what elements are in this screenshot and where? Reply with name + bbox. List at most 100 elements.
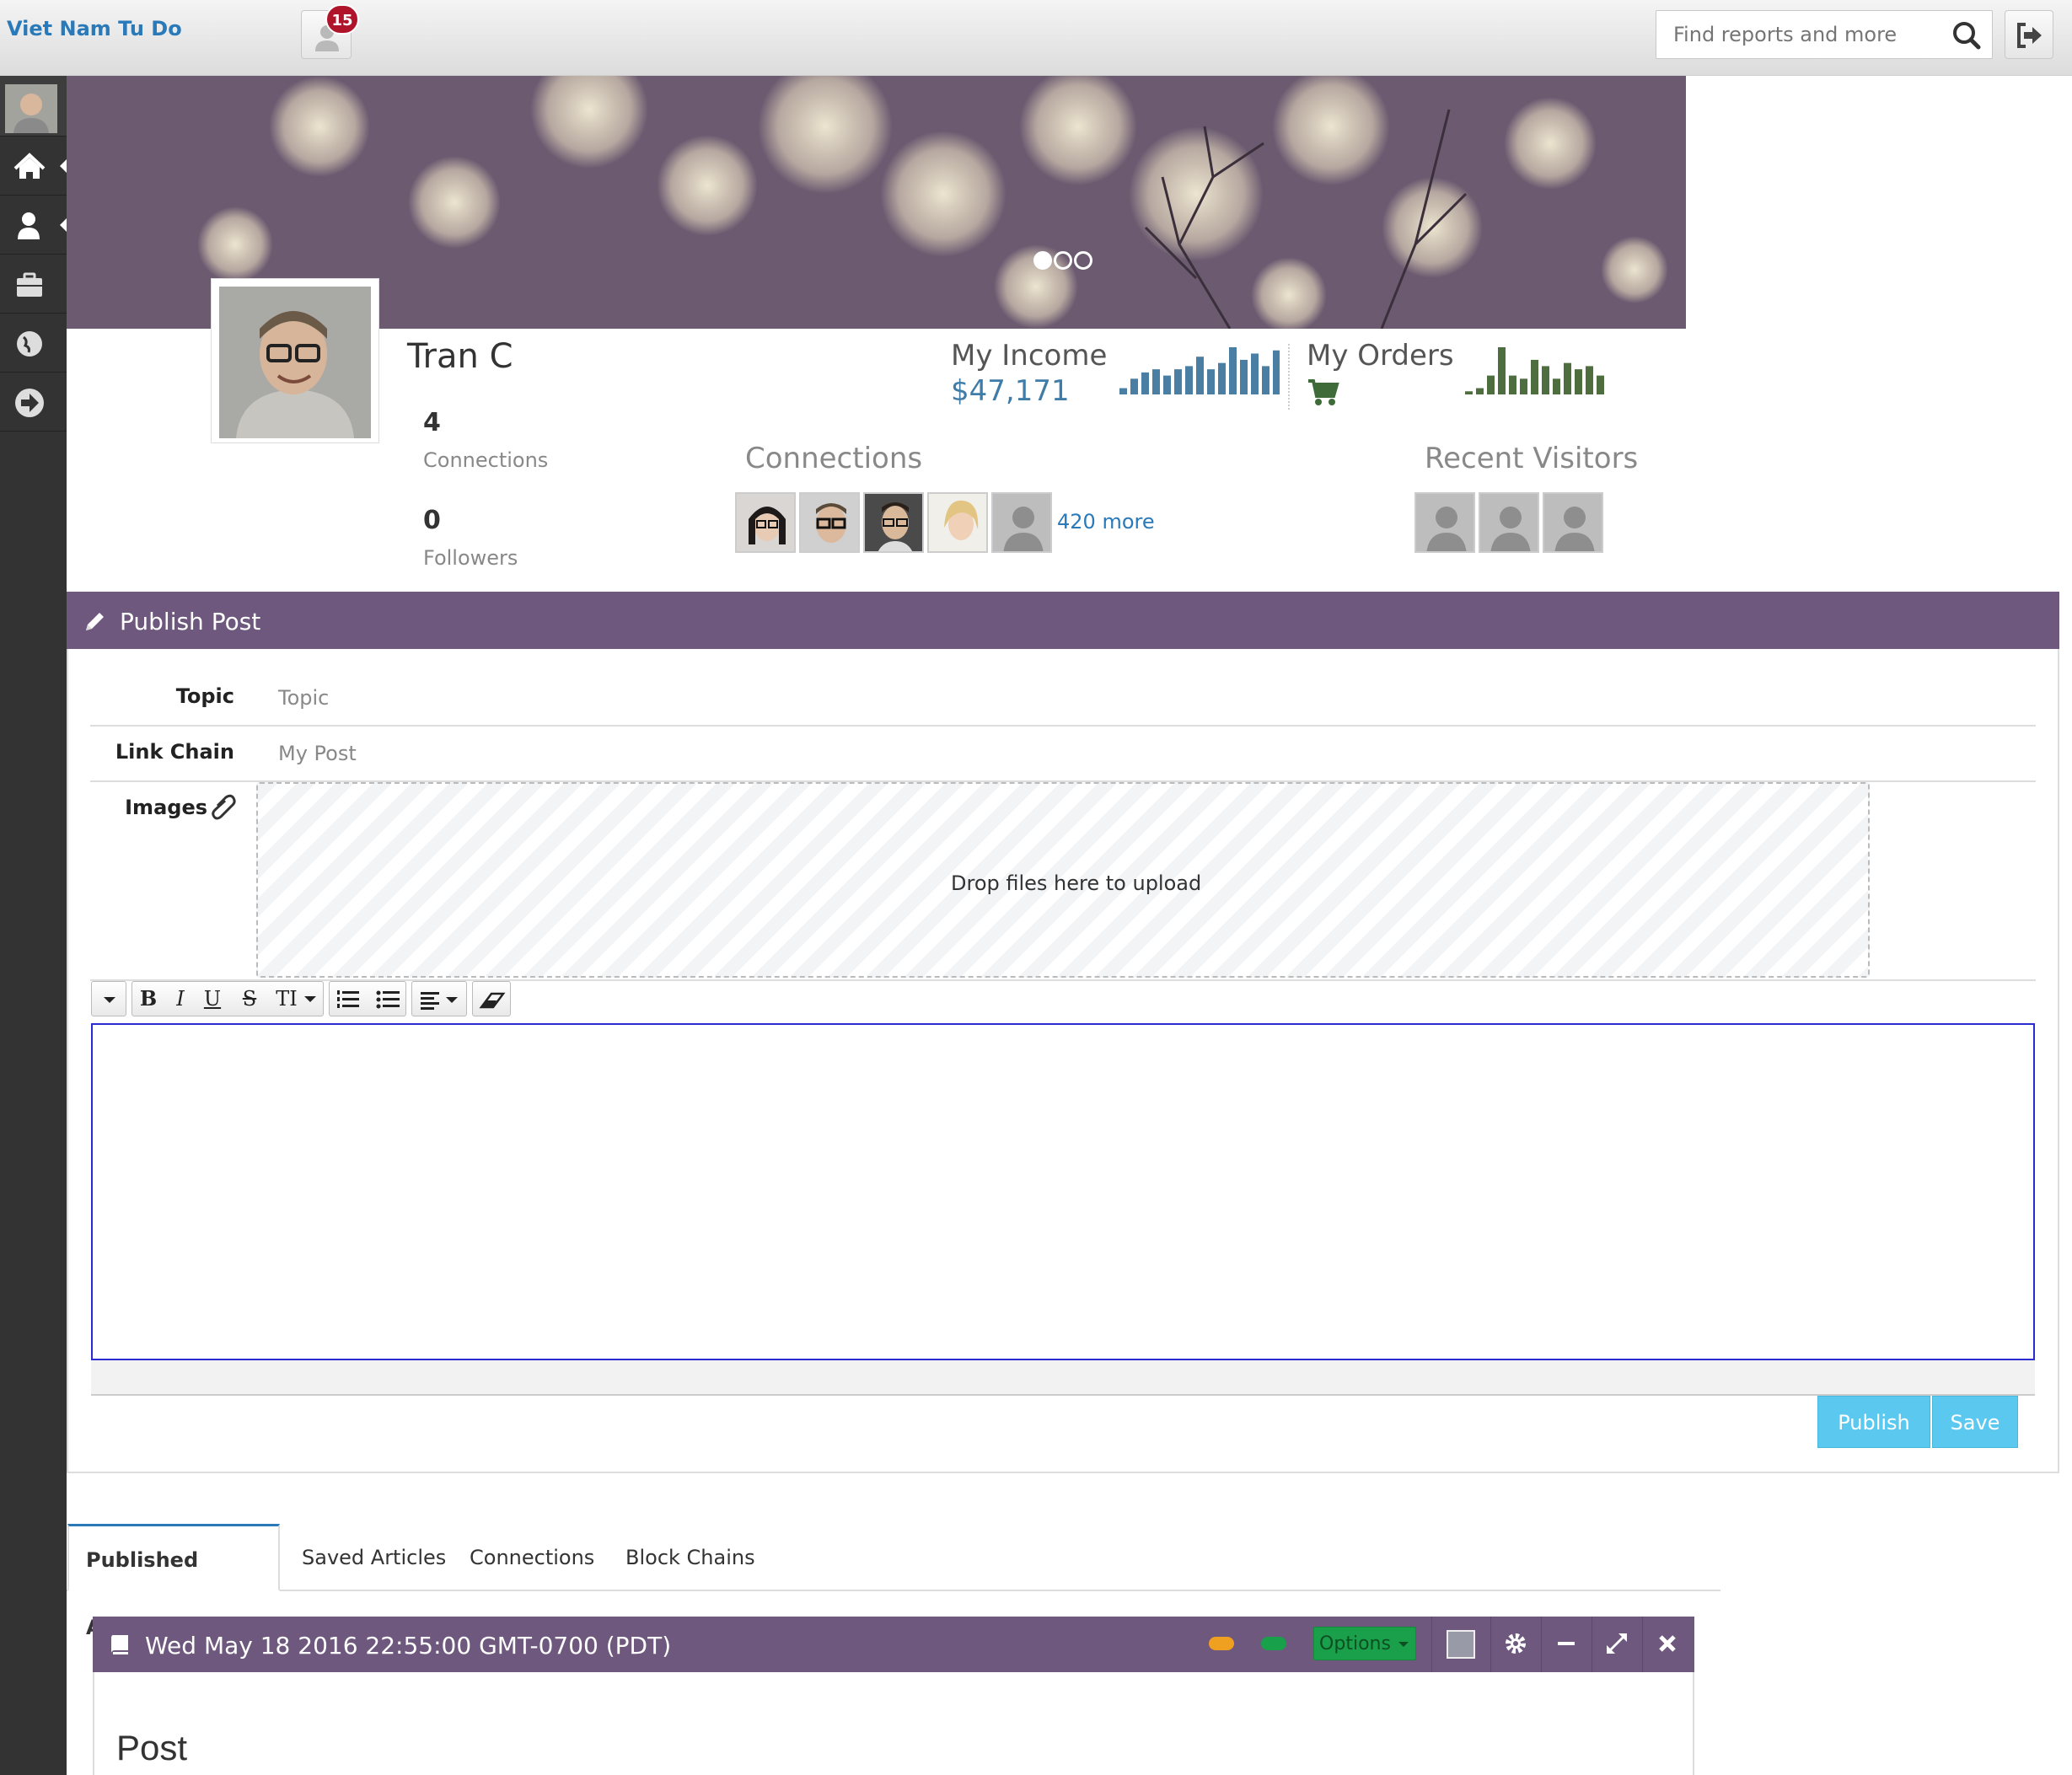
sidebar-item-home[interactable] xyxy=(0,137,67,196)
minimize-icon[interactable] xyxy=(1549,1627,1583,1660)
income-spark-bar xyxy=(1273,350,1280,394)
income-title: My Income xyxy=(951,339,1108,373)
expand-icon[interactable] xyxy=(1600,1627,1634,1660)
income-spark-bar xyxy=(1174,369,1182,394)
strikethrough-button[interactable]: S xyxy=(234,981,265,1016)
publish-button[interactable]: Publish xyxy=(1817,1396,1930,1448)
connection-avatar-2[interactable] xyxy=(799,492,860,553)
tab-saved-articles[interactable]: Saved Articles xyxy=(302,1524,446,1591)
gear-icon[interactable] xyxy=(1499,1627,1533,1660)
style-dropdown-button[interactable] xyxy=(91,981,126,1016)
link-chain-input[interactable]: My Post xyxy=(278,742,357,765)
text-size-button[interactable]: TI xyxy=(271,981,302,1016)
logout-button[interactable] xyxy=(2005,10,2053,59)
sidebar-item-next[interactable] xyxy=(0,373,67,432)
connection-photo xyxy=(929,494,986,551)
default-avatar-icon xyxy=(1416,494,1473,551)
underline-button[interactable]: U xyxy=(197,981,228,1016)
divider xyxy=(90,725,2036,727)
bold-button[interactable]: B xyxy=(133,981,164,1016)
publish-post-title: Publish Post xyxy=(120,608,261,635)
profile-avatar[interactable] xyxy=(219,287,371,438)
top-bar: Viet Nam Tu Do 15 xyxy=(0,0,2072,76)
topic-input[interactable]: Topic xyxy=(278,686,329,710)
connection-photo xyxy=(737,494,794,551)
close-icon[interactable] xyxy=(1651,1627,1684,1660)
align-left-icon xyxy=(421,992,458,1010)
connection-avatar-3[interactable] xyxy=(863,492,924,553)
post-editor[interactable] xyxy=(91,1023,2035,1360)
tab-published-articles[interactable]: Published Articles xyxy=(67,1524,280,1639)
tab-block-chains[interactable]: Block Chains xyxy=(625,1524,755,1591)
pencil-icon xyxy=(86,613,104,630)
income-value: $47,171 xyxy=(951,374,1070,408)
income-sparkline xyxy=(1119,347,1280,394)
default-avatar-icon xyxy=(1480,494,1538,551)
carousel-dot-2[interactable] xyxy=(1054,251,1072,270)
sidebar-item-profile[interactable] xyxy=(0,196,67,255)
sidebar-avatar[interactable] xyxy=(0,76,67,137)
visitor-avatar-1[interactable] xyxy=(1414,492,1475,553)
clear-format-button[interactable] xyxy=(472,981,511,1016)
income-spark-bar xyxy=(1119,388,1127,394)
user-icon xyxy=(18,212,67,239)
bullet-list-icon[interactable] xyxy=(369,981,406,1016)
options-dropdown-button[interactable]: Options xyxy=(1313,1627,1416,1660)
income-spark-bar xyxy=(1130,378,1138,394)
home-icon xyxy=(13,153,67,179)
divider xyxy=(1541,1617,1542,1672)
orders-spark-bar xyxy=(1487,375,1495,394)
carousel-dot-3[interactable] xyxy=(1074,251,1092,270)
orders-spark-bar xyxy=(1553,378,1560,394)
divider xyxy=(1642,1617,1643,1672)
connections-more-link[interactable]: 420 more xyxy=(1057,510,1155,534)
align-dropdown-button[interactable] xyxy=(411,981,467,1016)
brand-link[interactable]: Viet Nam Tu Do xyxy=(7,17,182,40)
connection-photo xyxy=(801,494,858,551)
sidebar-item-globe[interactable] xyxy=(0,314,67,373)
cart-icon xyxy=(1308,379,1339,405)
connection-avatar-4[interactable] xyxy=(927,492,988,553)
ordered-list-icon[interactable] xyxy=(330,981,368,1016)
article-heading: Post xyxy=(116,1728,188,1767)
income-spark-bar xyxy=(1251,353,1259,394)
profile-photo xyxy=(219,287,371,438)
visitor-avatar-3[interactable] xyxy=(1543,492,1603,553)
income-spark-bar xyxy=(1163,375,1171,394)
sidebar-item-business[interactable] xyxy=(0,255,67,314)
sidebar xyxy=(0,76,67,1775)
carousel-dot-1[interactable] xyxy=(1033,251,1052,270)
recent-visitors-heading: Recent Visitors xyxy=(1425,442,1639,475)
orders-spark-bar xyxy=(1542,366,1549,394)
caret-down-icon xyxy=(304,996,316,1002)
connection-photo xyxy=(865,494,922,551)
connection-avatar-1[interactable] xyxy=(735,492,796,553)
profile-name: Tran C xyxy=(407,337,513,376)
income-spark-bar xyxy=(1229,347,1237,394)
status-pill-green[interactable] xyxy=(1261,1637,1286,1650)
kpi-divider xyxy=(1288,344,1290,410)
income-spark-bar xyxy=(1196,357,1204,394)
editor-statusbar xyxy=(91,1360,2035,1396)
search-icon[interactable] xyxy=(1656,10,1993,59)
save-button[interactable]: Save xyxy=(1932,1396,2018,1448)
caret-down-icon xyxy=(1398,1642,1409,1647)
orders-spark-bar xyxy=(1476,388,1484,394)
connection-avatar-5[interactable] xyxy=(991,492,1052,553)
default-avatar-icon xyxy=(1544,494,1602,551)
followers-label: Followers xyxy=(423,546,518,570)
briefcase-icon xyxy=(17,272,42,297)
visitor-avatar-2[interactable] xyxy=(1479,492,1539,553)
status-pill-orange[interactable] xyxy=(1209,1637,1234,1650)
income-spark-bar xyxy=(1185,366,1193,394)
publish-post-header xyxy=(67,592,2059,649)
orders-spark-bar xyxy=(1586,366,1593,394)
orders-spark-bar xyxy=(1509,375,1516,394)
italic-button[interactable]: I xyxy=(165,981,196,1016)
income-spark-bar xyxy=(1141,372,1149,394)
caret-down-icon xyxy=(104,997,115,1003)
paperclip-icon xyxy=(212,794,236,820)
eraser-icon xyxy=(479,992,506,1009)
color-picker-button[interactable] xyxy=(1447,1630,1475,1659)
tab-connections[interactable]: Connections xyxy=(470,1524,594,1591)
